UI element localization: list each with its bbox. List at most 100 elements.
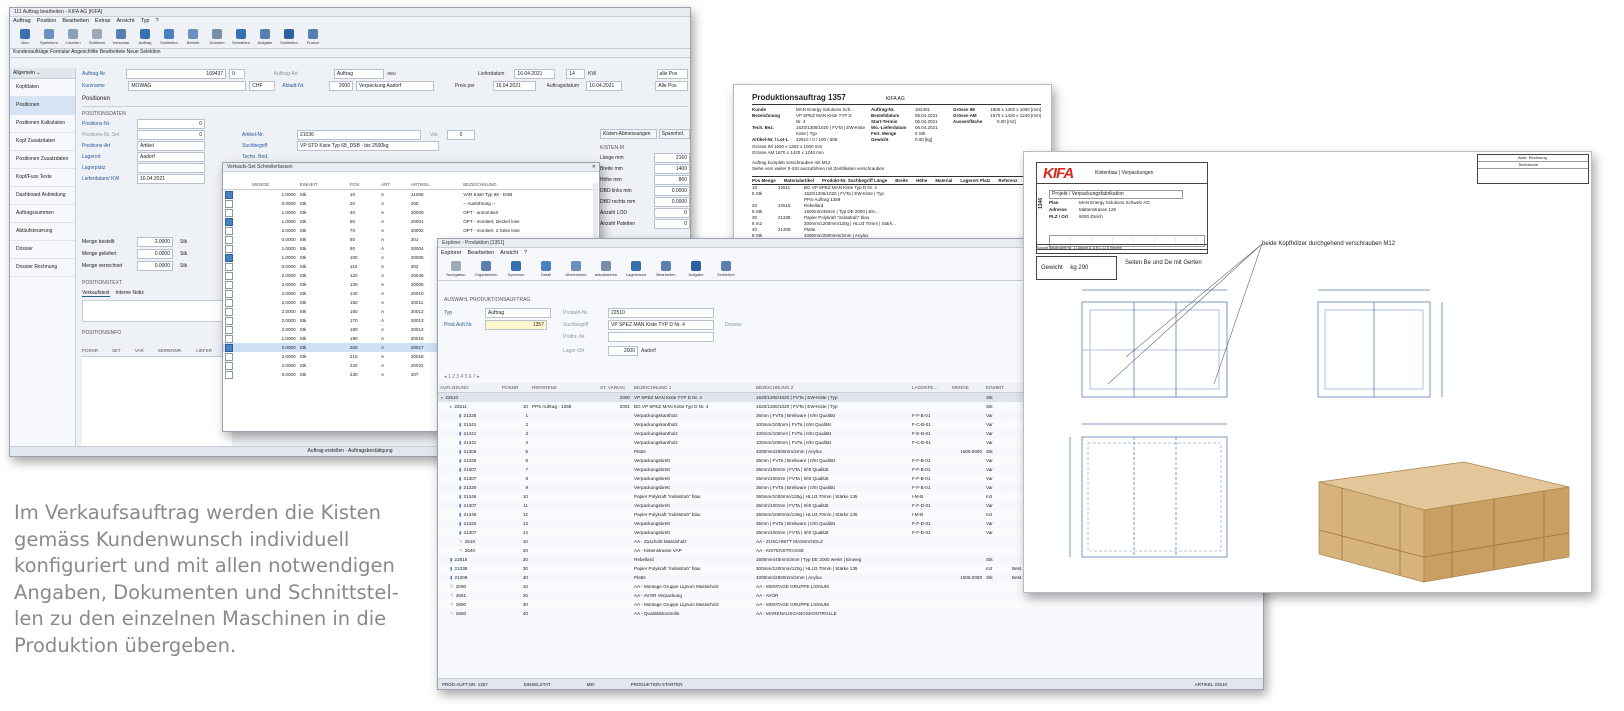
explorer-toolbar-button[interactable]: Detail <box>531 261 561 277</box>
explorer-menu-item[interactable]: ? <box>524 250 527 256</box>
toolbar-button[interactable]: Auftrag <box>133 29 157 45</box>
sidebar-item[interactable]: Auftragssummen <box>10 205 75 223</box>
explorer-suchbegriff-field[interactable]: VP SPEZ MAN Kiste TYP D Nr. 4 <box>608 320 714 330</box>
explorer-menu-item[interactable]: Explorer <box>441 250 461 256</box>
toolbar-button[interactable]: Speichern <box>37 29 61 45</box>
kisten-field[interactable]: 0 <box>654 207 690 218</box>
positionsdaten-field[interactable]: 0 <box>137 118 205 129</box>
set-row-checkbox[interactable] <box>225 226 233 235</box>
lager-code-field[interactable]: 2000 <box>608 346 638 356</box>
kisten-field[interactable]: 0.0000 <box>654 196 690 207</box>
mengen-field[interactable]: 0.0000 <box>137 261 173 271</box>
set-row-checkbox[interactable] <box>225 352 233 361</box>
waehrung-field[interactable]: CHF <box>249 81 276 91</box>
sidebar-item[interactable]: Kopf/Fuss Texte <box>10 169 75 187</box>
kisten-field[interactable]: 0.0000 <box>654 185 690 196</box>
abteilung-field[interactable]: 2000 <box>328 81 353 91</box>
set-table-row[interactable]: 1.0000 Stk 50 A 20001 OPT - montiert, Deckel … <box>223 217 599 226</box>
toolbar-button[interactable]: Aufgabe <box>253 29 277 45</box>
set-row-checkbox[interactable] <box>225 271 233 280</box>
set-row-checkbox[interactable] <box>225 217 233 226</box>
mengen-field[interactable]: 0.0000 <box>137 249 173 259</box>
explorer-toolbar-button[interactable]: Navigation <box>441 261 471 277</box>
positionsdaten-field[interactable]: Artikel <box>137 140 205 151</box>
alle-pos-field[interactable]: alle Pos <box>656 69 688 79</box>
kunde-field[interactable]: MOWAG <box>128 81 247 91</box>
set-row-checkbox[interactable] <box>225 289 233 298</box>
sidebar-item[interactable]: Dashboard Anbindung <box>10 187 75 205</box>
kisten-abmessungen-button[interactable]: Kisten-Abmessungen <box>600 129 657 139</box>
set-table-row[interactable]: 1.0000 Stk 10 A 21006 VAR Kiste Typ 68 - DSB <box>223 190 599 200</box>
set-row-checkbox[interactable] <box>225 190 233 199</box>
positionsdaten-field[interactable]: 16.04.2021 <box>137 173 205 184</box>
menu-item[interactable]: ? <box>155 18 158 24</box>
explorer-toolbar-button[interactable]: Organisieren <box>471 261 501 277</box>
explorer-toolbar-button[interactable]: Lagerbaum <box>621 261 651 277</box>
sidebar-item[interactable]: Dossier <box>10 241 75 259</box>
set-row-checkbox[interactable] <box>225 325 233 334</box>
explorer-toolbar-button[interactable]: Schließen <box>711 261 741 277</box>
positionstext-tab[interactable]: Verkaufstext <box>82 290 110 297</box>
var-field[interactable]: 0 <box>447 129 475 140</box>
set-table-row[interactable]: 2.0000 Stk 70 A 20002 OPT - montiert, 2 Seite… <box>223 226 599 235</box>
explorer-toolbar-button[interactable]: Synchron <box>501 261 531 277</box>
positionsdaten-field[interactable]: Aadorf <box>137 151 205 162</box>
auftrag-nr-field[interactable]: 169437 <box>126 69 227 79</box>
kisten-field[interactable]: 0 <box>654 218 690 229</box>
set-table-row[interactable]: 1.0000 Stk 40 A 20000 OPT - unmontiert <box>223 208 599 217</box>
toolbar-button[interactable]: Löschen <box>61 29 85 45</box>
kisten-field[interactable]: 860 <box>654 174 690 185</box>
verpackung-field[interactable]: Verpackung Aadorf <box>356 81 434 91</box>
sidebar-item[interactable]: Positionen Kalkulation <box>10 115 75 133</box>
toolbar-button[interactable]: Schließen <box>157 29 181 45</box>
set-row-checkbox[interactable] <box>225 343 233 352</box>
sidebar-header[interactable]: Allgemein ⌄ <box>10 68 75 79</box>
explorer-row[interactable]: ✎ 2690 30 AA - Montage Gruppe Lignum Massiv… <box>438 600 1263 609</box>
auftrag-suffix-field[interactable]: 0 <box>229 69 245 79</box>
set-row-checkbox[interactable] <box>225 235 233 244</box>
toolbar-button[interactable]: Schließen <box>277 29 301 45</box>
set-row-checkbox[interactable] <box>225 253 233 262</box>
explorer-toolbar-button[interactable]: Bearbeiten <box>651 261 681 277</box>
sidebar-item[interactable]: Dossier Rechnung <box>10 259 75 277</box>
menu-item[interactable]: Position <box>37 18 57 24</box>
explorer-menu-item[interactable]: Bearbeiten <box>467 250 494 256</box>
lieferdatum-field[interactable]: 16.04.2021 <box>514 69 556 79</box>
set-row-checkbox[interactable] <box>225 244 233 253</box>
toolbar-button[interactable]: Betrieb <box>181 29 205 45</box>
toolbar-button[interactable]: Schreiben <box>229 29 253 45</box>
toolbar-button[interactable]: Neu <box>13 29 37 45</box>
alle-pos2-field[interactable]: Alle Pos <box>655 81 688 91</box>
positionstext-area[interactable] <box>82 300 234 322</box>
sidebar-item[interactable]: Kopf Zusatzdaten <box>10 133 75 151</box>
sidebar-item[interactable]: Abläufsteuerung <box>10 223 75 241</box>
set-row-checkbox[interactable] <box>225 370 233 379</box>
set-row-checkbox[interactable] <box>225 316 233 325</box>
set-row-checkbox[interactable] <box>225 298 233 307</box>
explorer-row[interactable]: ✎ 2660 40 AA - Qualitätskontrolle AA - WAREN… <box>438 609 1263 618</box>
positionsdaten-field[interactable] <box>137 162 205 173</box>
close-icon[interactable]: ✕ <box>592 163 596 171</box>
kw-field[interactable]: 14 <box>566 69 586 79</box>
menu-item[interactable]: Ansicht <box>117 18 135 24</box>
positionstext-tab[interactable]: Interne Notiz <box>116 290 144 297</box>
menu-item[interactable]: Typ <box>141 18 150 24</box>
artikel-nr-field[interactable]: 21036 <box>297 129 421 140</box>
explorer-toolbar-button[interactable]: Aufgabe <box>681 261 711 277</box>
toolbar-button[interactable]: Sortieren <box>85 29 109 45</box>
set-table-row[interactable]: 0.0000 Stk 20 A 200 -- Ausführung -- <box>223 199 599 208</box>
kisten-field[interactable]: 2160 <box>654 152 690 163</box>
menu-item[interactable]: Extras <box>95 18 111 24</box>
auftrag-art-field[interactable]: Auftrag <box>333 69 385 79</box>
spannholz-button[interactable]: Spannhol. <box>658 129 690 139</box>
toolbar-button[interactable]: Drucken <box>205 29 229 45</box>
produkt-nr-field[interactable]: 22510 <box>608 308 714 318</box>
explorer-menu-item[interactable]: Ansicht <box>500 250 518 256</box>
set-row-checkbox[interactable] <box>225 199 233 208</box>
prod-nr-field[interactable]: 1357 <box>485 320 547 330</box>
suchbegriff-field[interactable]: VP STD Kiste Typ 68_DSB - bis 2500kg <box>297 140 439 151</box>
positionsdaten-field[interactable]: 0 <box>137 129 205 140</box>
mengen-field[interactable]: 2.0000 <box>137 237 173 247</box>
menu-item[interactable]: Bearbeiten <box>62 18 89 24</box>
explorer-toolbar-button[interactable]: Übernahme <box>561 261 591 277</box>
